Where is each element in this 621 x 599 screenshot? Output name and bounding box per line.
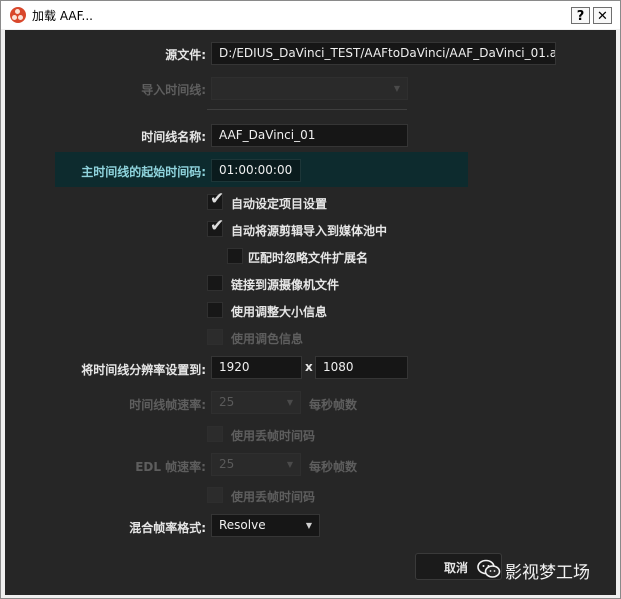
checkmark-icon: ✔ (210, 216, 225, 236)
checkbox-auto-project-settings[interactable]: ✔ (207, 189, 224, 210)
watermark: 影视梦工场 (477, 556, 611, 584)
divider (207, 109, 407, 110)
times-label: x (305, 360, 313, 374)
checkbox-label: 使用调色信息 (231, 332, 304, 346)
dialog-body: 源文件: D:/EDIUS_DaVinci_TEST/AAFtoDaVinci/… (5, 30, 616, 595)
davinci-resolve-logo-icon (10, 7, 26, 23)
checkbox-label: 自动将源剪辑导入到媒体池中 (231, 224, 388, 238)
checkbox-label: 使用丢帧时间码 (231, 490, 316, 504)
source-file-field[interactable]: D:/EDIUS_DaVinci_TEST/AAFtoDaVinci/AAF_D… (211, 42, 556, 65)
window-title: 加载 AAF... (32, 9, 93, 23)
mixed-fps-value: Resolve (219, 518, 266, 532)
timeline-fps-label: 时间线帧速率: (129, 398, 206, 412)
checkbox-drop-frame-timeline[interactable] (207, 426, 223, 442)
close-button[interactable]: ✕ (593, 7, 612, 24)
checkbox-use-sizing-info[interactable] (207, 302, 223, 318)
fps-unit-label: 每秒帧数 (309, 398, 358, 412)
edl-fps-label: EDL 帧速率: (135, 460, 206, 474)
checkbox-label: 匹配时忽略文件扩展名 (248, 251, 369, 265)
checkbox-label: 自动设定项目设置 (231, 197, 328, 211)
wechat-icon (477, 559, 501, 578)
timeline-fps-value: 25 (219, 395, 235, 409)
edl-fps-dropdown[interactable]: 25 ▼ (211, 453, 301, 476)
timeline-fps-dropdown[interactable]: 25 ▼ (211, 391, 301, 414)
chevron-down-icon: ▼ (305, 521, 312, 530)
start-timecode-input[interactable]: 01:00:00:00 (211, 159, 301, 182)
checkbox-label: 链接到源摄像机文件 (231, 278, 340, 292)
edl-fps-value: 25 (219, 457, 235, 471)
checkbox-label: 使用丢帧时间码 (231, 429, 316, 443)
checkbox-use-color-info[interactable] (207, 329, 223, 345)
height-input[interactable]: 1080 (315, 356, 408, 379)
checkmark-icon: ✔ (210, 189, 225, 209)
start-timecode-label: 主时间线的起始时间码: (81, 165, 206, 179)
import-timeline-dropdown[interactable]: ▼ (211, 77, 408, 100)
checkbox-drop-frame-edl[interactable] (207, 487, 223, 503)
checkbox-auto-import-clips[interactable]: ✔ (207, 216, 224, 237)
help-button[interactable]: ? (571, 7, 590, 24)
dialog-window: 加载 AAF... ? ✕ 源文件: D:/EDIUS_DaVinci_TEST… (0, 0, 621, 599)
checkbox-ignore-extension[interactable] (227, 248, 243, 264)
timeline-name-input[interactable]: AAF_DaVinci_01 (211, 124, 408, 147)
chevron-down-icon: ▼ (286, 398, 293, 407)
watermark-text: 影视梦工场 (505, 563, 590, 583)
fps-unit-label: 每秒帧数 (309, 460, 358, 474)
checkbox-link-camera-files[interactable] (207, 275, 223, 291)
checkbox-label: 使用调整大小信息 (231, 305, 328, 319)
mixed-fps-label: 混合帧率格式: (129, 521, 206, 535)
cancel-label: 取消 (444, 561, 469, 575)
timeline-name-label: 时间线名称: (141, 130, 206, 144)
source-file-label: 源文件: (165, 48, 206, 62)
title-bar[interactable]: 加载 AAF... ? ✕ (1, 1, 620, 29)
mixed-fps-dropdown[interactable]: Resolve ▼ (211, 514, 320, 537)
import-timeline-label: 导入时间线: (141, 83, 206, 97)
chevron-down-icon: ▼ (393, 84, 400, 93)
resolution-label: 将时间线分辨率设置到: (81, 363, 206, 377)
width-input[interactable]: 1920 (211, 356, 302, 379)
chevron-down-icon: ▼ (286, 460, 293, 469)
